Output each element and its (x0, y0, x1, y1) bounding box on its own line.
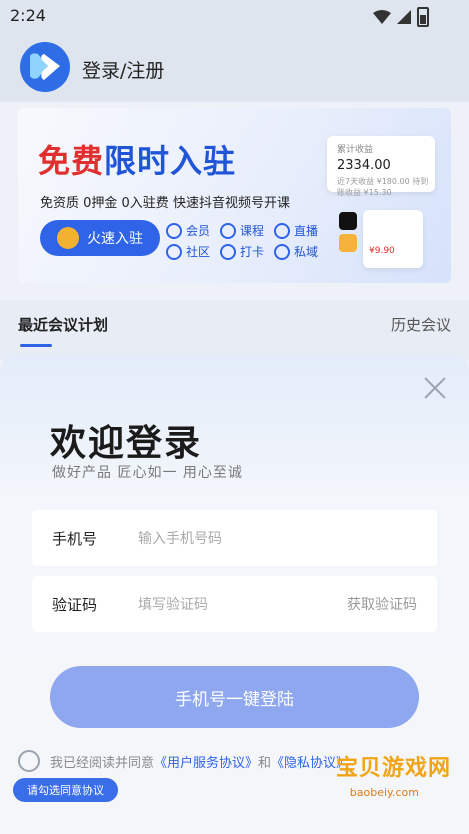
feature-item: 会员 (166, 222, 210, 239)
tab-indicator (20, 344, 52, 347)
banner-join-label: 火速入驻 (87, 231, 143, 247)
check-icon (220, 222, 237, 239)
battery-icon (417, 7, 429, 27)
code-field: 验证码 获取验证码 (32, 576, 437, 632)
app-logo (20, 42, 70, 92)
earnings-amount: 2334.00 (337, 158, 391, 173)
phone-input[interactable] (136, 524, 340, 554)
meeting-tabs: 最近会议计划 历史会议 (0, 300, 469, 360)
wechat-channel-icon (339, 234, 357, 252)
coin-icon (57, 227, 79, 249)
check-icon (274, 222, 291, 239)
course-card: ¥9.90 (363, 210, 423, 268)
feature-item: 直播 (274, 222, 318, 239)
wifi-icon (373, 10, 391, 24)
banner-join-button[interactable]: 火速入驻 (40, 220, 160, 256)
status-time: 2:24 (10, 6, 46, 25)
agreement-row: 我已经阅读并同意 《用户服务协议》 和 《隐私协议》 (18, 750, 349, 772)
user-agreement-link[interactable]: 《用户服务协议》 (154, 752, 258, 771)
signal-icon (397, 10, 411, 24)
banner-features: 会员 课程 直播 社区 打卡 私域 (166, 222, 318, 260)
page-title: 登录/注册 (82, 60, 165, 82)
status-bar: 2:24 (0, 0, 469, 32)
site-watermark: 宝贝游戏网 baobeiy.com (311, 742, 463, 824)
phone-label: 手机号 (52, 530, 98, 548)
course-price: ¥9.90 (369, 246, 395, 256)
status-icons (373, 7, 429, 27)
feature-item: 打卡 (220, 243, 264, 260)
watermark-sub: baobeiy.com (349, 786, 419, 799)
check-icon (166, 222, 182, 239)
agree-prefix: 我已经阅读并同意 (50, 755, 155, 771)
code-label: 验证码 (52, 596, 98, 614)
earnings-label: 累计收益 (337, 145, 374, 155)
banner-title: 免费限时入驻 (38, 136, 236, 182)
agree-tooltip: 请勾选同意协议 (13, 778, 118, 802)
agree-radio[interactable] (18, 750, 40, 772)
close-icon[interactable] (423, 376, 447, 400)
feature-item: 社区 (166, 243, 210, 260)
check-icon (274, 243, 291, 260)
tab-history-meetings[interactable]: 历史会议 (391, 314, 451, 335)
app-header: 登录/注册 (0, 32, 469, 102)
get-code-button[interactable]: 获取验证码 (347, 594, 417, 614)
banner-title-red: 免费 (38, 142, 105, 180)
feature-item: 私域 (274, 243, 318, 260)
code-input[interactable] (136, 590, 340, 620)
watermark-main: 宝贝游戏网 (335, 756, 451, 781)
feature-item: 课程 (220, 222, 264, 239)
banner-title-blue: 限时入驻 (104, 142, 237, 180)
check-icon (220, 243, 237, 260)
check-icon (166, 243, 182, 260)
login-button[interactable]: 手机号一键登陆 (50, 666, 419, 728)
phone-field: 手机号 (32, 510, 437, 566)
welcome-tagline: 做好产品 匠心如一 用心至诚 (52, 465, 243, 481)
earnings-card: 累计收益 2334.00 近7天收益 ¥180.00 待到账收益 ¥15.30 (327, 136, 435, 197)
promo-banner[interactable]: 免费限时入驻 免资质 0押金 0入驻费 快速抖音视频号开课 火速入驻 会员 课程… (18, 108, 451, 283)
agree-and: 和 (258, 755, 272, 771)
tiktok-icon (339, 212, 357, 230)
earnings-foot: 近7天收益 ¥180.00 待到账收益 ¥15.30 (337, 177, 429, 197)
tab-recent-meetings[interactable]: 最近会议计划 (18, 314, 108, 335)
welcome-title: 欢迎登录 (50, 423, 203, 464)
banner-subtitle: 免资质 0押金 0入驻费 快速抖音视频号开课 (40, 196, 290, 211)
